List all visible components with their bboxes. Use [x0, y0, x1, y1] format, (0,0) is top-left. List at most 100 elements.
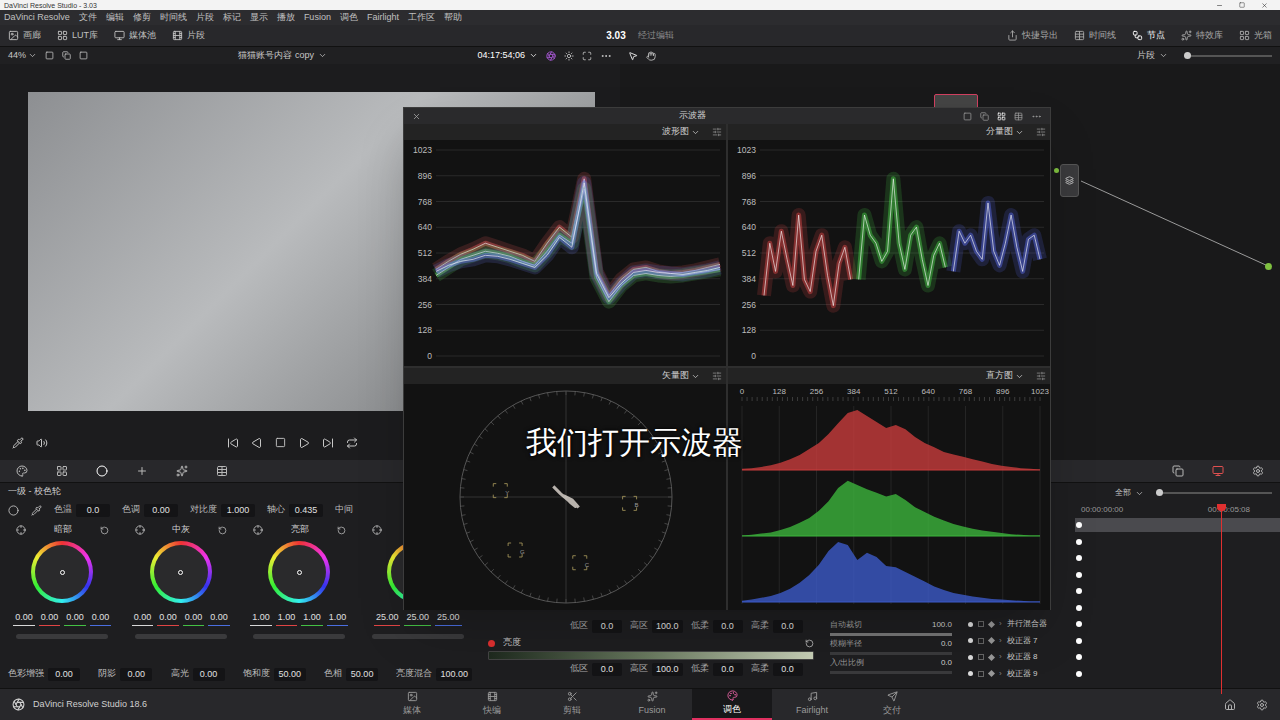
keyframe-dot[interactable]	[1076, 572, 1082, 578]
value-field[interactable]: 0.00	[48, 668, 80, 681]
keyframe-dot[interactable]	[1076, 539, 1082, 545]
keyframe-row[interactable]: ›校正器 7	[960, 633, 1280, 650]
value-field[interactable]: 100.0	[652, 663, 683, 676]
scope-window[interactable]: 示波器波形图10238967686405123842561280分量图10238…	[403, 107, 1051, 610]
play-reverse-icon[interactable]	[251, 437, 263, 449]
close-icon[interactable]	[412, 112, 421, 121]
skip-forward-icon[interactable]	[322, 437, 334, 449]
dual-layout-icon[interactable]	[980, 112, 989, 121]
toolbar-button[interactable]: LUT库	[57, 29, 98, 43]
rgb-mixer-icon[interactable]	[136, 465, 148, 477]
color-match-icon[interactable]	[56, 465, 68, 477]
wheel-pick-icon[interactable]	[372, 525, 382, 535]
fullscreen-icon[interactable]	[582, 51, 592, 61]
node-input[interactable]	[1054, 168, 1059, 173]
luminance-range[interactable]	[488, 651, 814, 660]
value-field[interactable]: 0.435	[289, 504, 323, 517]
wheel-pick-icon[interactable]	[135, 525, 145, 535]
maximize-icon[interactable]	[1239, 2, 1245, 8]
timecode[interactable]: 04:17:54;06	[477, 49, 538, 63]
value-field[interactable]: 0.0	[773, 620, 803, 633]
toolbar-button[interactable]: 片段	[172, 29, 205, 43]
keyframe-dot[interactable]	[1076, 555, 1082, 561]
value-field[interactable]: 0.00	[120, 668, 152, 681]
menu-item[interactable]: 播放	[277, 11, 295, 25]
scope-settings-icon[interactable]	[712, 371, 722, 381]
value-field[interactable]: 0.0	[713, 663, 743, 676]
node-output[interactable]	[1265, 263, 1272, 270]
view-mode-icon[interactable]	[45, 51, 54, 60]
color-wheels-icon[interactable]	[96, 465, 108, 477]
home-icon[interactable]	[1224, 699, 1236, 711]
menu-item[interactable]: 修剪	[133, 11, 151, 25]
toolbar-button[interactable]: 媒体池	[114, 29, 156, 43]
menu-item[interactable]: 帮助	[444, 11, 462, 25]
value-field[interactable]: 100.0	[652, 620, 683, 633]
keyframes-icon[interactable]	[1172, 465, 1184, 477]
scope-settings-icon[interactable]	[1036, 127, 1046, 137]
wheel-value[interactable]: 25.00	[404, 611, 431, 626]
scope-type-dropdown[interactable]: 直方图	[986, 369, 1024, 383]
menu-item[interactable]: 调色	[340, 11, 358, 25]
quad-layout-icon[interactable]	[997, 112, 1006, 121]
menu-item[interactable]: 文件	[79, 11, 97, 25]
menu-item[interactable]: 时间线	[160, 11, 187, 25]
reset-icon[interactable]	[337, 526, 346, 535]
param-slider[interactable]	[830, 633, 952, 636]
page-tab[interactable]: 快编	[452, 689, 532, 720]
menu-item[interactable]: DaVinci Resolve	[4, 11, 70, 25]
list-layout-icon[interactable]	[1014, 112, 1023, 121]
wheel-value[interactable]: 0.00	[64, 611, 86, 626]
wheel-master-slider[interactable]	[135, 634, 227, 639]
keyframe-row[interactable]: ›校正器 9	[960, 666, 1280, 683]
keyframe-row[interactable]: ›校正器 8	[960, 649, 1280, 666]
scope-title-bar[interactable]: 示波器	[404, 108, 1050, 124]
hdr-icon[interactable]	[546, 51, 556, 61]
settings-icon[interactable]	[1256, 699, 1268, 711]
more-icon[interactable]	[1031, 111, 1042, 122]
node-mode-dropdown[interactable]: 片段	[1137, 49, 1168, 63]
menu-item[interactable]: 显示	[250, 11, 268, 25]
scope-type-dropdown[interactable]: 波形图	[662, 125, 700, 139]
hand-icon[interactable]	[646, 51, 656, 61]
channel-toggle[interactable]	[488, 640, 495, 647]
value-field[interactable]: 0.0	[713, 620, 743, 633]
wheel-value[interactable]: 0.00	[157, 611, 179, 626]
wheel-master-slider[interactable]	[253, 634, 345, 639]
value-field[interactable]: 0.0	[592, 620, 622, 633]
play-icon[interactable]	[298, 437, 310, 449]
wheel-value[interactable]: 0.00	[183, 611, 205, 626]
value-field[interactable]: 0.00	[193, 668, 225, 681]
close-icon[interactable]	[1261, 2, 1268, 9]
toolbar-button[interactable]: 节点	[1132, 29, 1165, 43]
wheel-master-slider[interactable]	[372, 634, 464, 639]
toolbar-button[interactable]: 光箱	[1239, 29, 1272, 43]
reset-icon[interactable]	[218, 526, 227, 535]
skip-back-icon[interactable]	[227, 437, 239, 449]
hdr-palette-icon[interactable]	[216, 465, 228, 477]
scope-type-dropdown[interactable]: 分量图	[986, 125, 1024, 139]
wipe-icon[interactable]	[79, 51, 88, 60]
wheel-value[interactable]: 25.00	[435, 611, 462, 626]
page-tab[interactable]: 剪辑	[532, 689, 612, 720]
wheel-value[interactable]: 1.00	[301, 611, 323, 626]
wheel-value[interactable]: 25.00	[374, 611, 401, 626]
page-tab[interactable]: Fairlight	[772, 689, 852, 720]
minimize-icon[interactable]	[1216, 2, 1223, 9]
color-wheel[interactable]	[268, 541, 330, 603]
value-field[interactable]: 100.00	[436, 668, 472, 681]
keyframe-dot[interactable]	[1076, 588, 1082, 594]
keyframe-row[interactable]: ›并行混合器	[960, 616, 1280, 633]
toolbar-button[interactable]: 特效库	[1181, 29, 1223, 43]
menu-item[interactable]: 编辑	[106, 11, 124, 25]
keyframe-dot[interactable]	[1076, 671, 1082, 677]
param-slider[interactable]	[830, 652, 952, 655]
wheel-value[interactable]: 0.00	[13, 611, 35, 626]
keyframe-dot[interactable]	[1076, 654, 1082, 660]
keyframe-dot[interactable]	[1076, 638, 1082, 644]
param-slider[interactable]	[830, 671, 952, 674]
toolbar-button[interactable]: 快捷导出	[1007, 29, 1058, 43]
value-field[interactable]: 0.00	[144, 504, 178, 517]
split-icon[interactable]	[62, 51, 71, 60]
wheel-value[interactable]: 0.00	[132, 611, 154, 626]
